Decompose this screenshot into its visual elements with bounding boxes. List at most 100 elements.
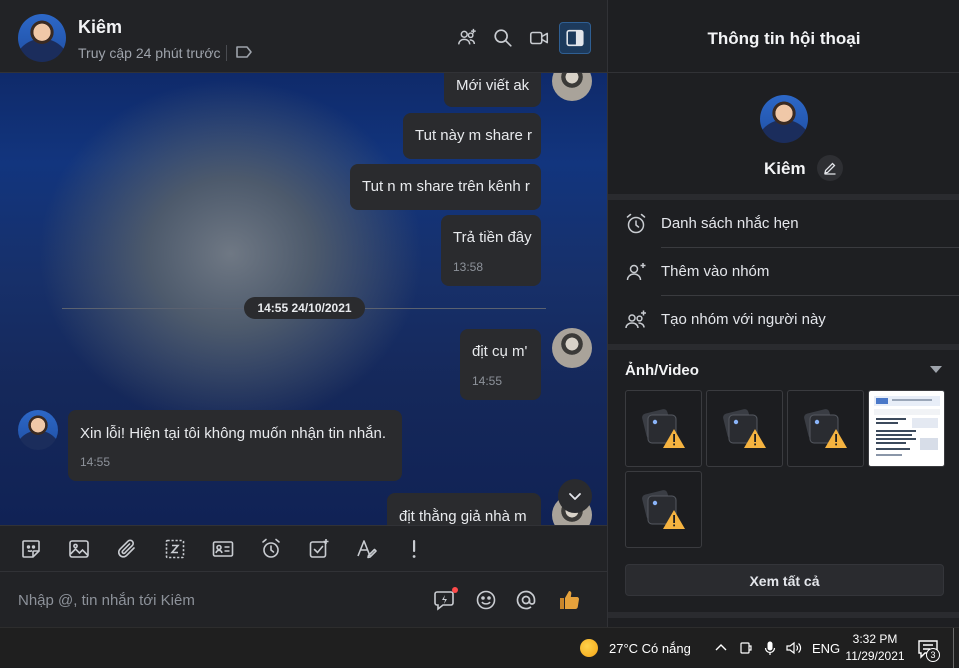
assign-task-button[interactable] <box>306 536 332 562</box>
message-time: 13:58 <box>453 260 484 274</box>
edit-nickname-button[interactable] <box>817 155 843 181</box>
message-bubble[interactable]: Xin lỗi! Hiện tại tôi không muốn nhận ti… <box>68 410 402 481</box>
media-thumbnail[interactable] <box>625 471 702 548</box>
emoji-button[interactable] <box>473 587 499 613</box>
media-thumbnail[interactable] <box>706 390 783 467</box>
row-label: Tạo nhóm với người này <box>661 311 826 328</box>
at-sign-icon <box>516 590 536 610</box>
notification-dot <box>452 587 458 593</box>
exclamation-icon <box>412 540 416 558</box>
view-all-media-button[interactable]: Xem tất cả <box>625 564 944 596</box>
contact-avatar[interactable] <box>760 95 808 143</box>
attach-file-button[interactable] <box>114 536 140 562</box>
message-text: địt cụ m' <box>472 343 528 360</box>
sun-icon <box>580 639 598 657</box>
contact-name: Kiêm <box>764 159 806 178</box>
message-bubble[interactable]: địt thằng giả nhà m <box>387 493 541 525</box>
message-time: 14:55 <box>80 455 111 469</box>
alarm-icon <box>626 213 646 234</box>
media-thumbnail-document[interactable] <box>868 390 945 467</box>
broken-image-icon <box>641 408 685 448</box>
add-to-group-row[interactable]: Thêm vào nhóm <box>608 248 959 296</box>
thumbs-up-icon <box>560 591 580 610</box>
collapse-caret-icon[interactable] <box>930 366 942 374</box>
show-desktop-button[interactable] <box>953 628 954 668</box>
media-thumbnail[interactable] <box>787 390 864 467</box>
alarm-icon <box>262 538 280 558</box>
broken-image-icon <box>722 408 766 448</box>
system-clock[interactable]: 3:32 PM 11/29/2021 <box>845 631 905 665</box>
scroll-to-bottom-button[interactable] <box>558 479 592 513</box>
weather-widget[interactable]: 27°C Có nắng <box>580 628 691 668</box>
volume-tray-button[interactable] <box>785 628 803 668</box>
group-add-icon <box>625 310 646 329</box>
message-time: 14:55 <box>472 374 503 388</box>
message-text: Tut n m share trên kênh r <box>362 178 530 195</box>
task-check-icon <box>309 539 329 558</box>
add-to-group-button[interactable] <box>451 22 483 54</box>
broken-image-icon <box>803 408 847 448</box>
sticker-icon <box>22 540 40 558</box>
notification-count-badge: 3 <box>926 648 940 662</box>
my-avatar[interactable] <box>552 73 592 101</box>
panel-title: Thông tin hội thoại <box>608 0 959 73</box>
contact-card-button[interactable] <box>210 536 236 562</box>
section-divider <box>608 612 959 618</box>
urgent-button[interactable] <box>401 536 427 562</box>
contact-avatar[interactable] <box>18 14 66 62</box>
speaker-icon <box>786 641 802 655</box>
pencil-icon <box>824 162 836 175</box>
search-button[interactable] <box>487 22 519 54</box>
text-format-button[interactable] <box>354 536 380 562</box>
message-input[interactable] <box>0 580 420 620</box>
message-bubble[interactable]: địt cụ m' 14:55 <box>460 329 541 400</box>
microphone-tray-button[interactable] <box>762 628 778 668</box>
message-bubble[interactable]: Tut này m share r <box>403 113 541 159</box>
create-group-row[interactable]: Tạo nhóm với người này <box>608 296 959 344</box>
toggle-info-panel-button[interactable] <box>559 22 591 54</box>
chat-pane: Kiêm Truy cập 24 phút trước Mới viết ak <box>0 0 607 627</box>
video-camera-icon <box>529 31 549 45</box>
row-label: Thêm vào nhóm <box>661 263 770 280</box>
message-text: Trả tiền đây <box>453 229 532 246</box>
contact-card-icon <box>212 541 234 557</box>
tray-app-icon[interactable] <box>738 628 754 668</box>
my-avatar[interactable] <box>552 328 592 368</box>
screenshot-icon <box>165 539 185 559</box>
broken-image-icon <box>641 489 685 529</box>
paperclip-icon <box>117 539 135 558</box>
input-language-button[interactable]: ENG <box>812 628 840 668</box>
group-add-icon <box>458 28 476 45</box>
quick-message-button[interactable] <box>432 587 458 613</box>
sticker-button[interactable] <box>18 536 44 562</box>
media-section-title[interactable]: Ảnh/Video <box>625 362 699 379</box>
send-like-button[interactable] <box>556 587 582 613</box>
message-bubble[interactable]: Trả tiền đây 13:58 <box>441 215 541 286</box>
chevron-down-icon <box>569 493 581 500</box>
message-bubble[interactable]: Tut n m share trên kênh r <box>350 164 541 210</box>
message-list[interactable]: Mới viết ak Tut này m share r Tut n m sh… <box>0 73 607 525</box>
emoji-icon <box>476 590 496 610</box>
reminder-list-row[interactable]: Danh sách nhắc hẹn <box>608 200 959 248</box>
contact-name[interactable]: Kiêm <box>78 17 122 38</box>
reminder-button[interactable] <box>258 536 284 562</box>
message-bubble[interactable]: Mới viết ak <box>444 73 541 107</box>
document-preview-image <box>872 394 942 464</box>
conversation-info-panel: Thông tin hội thoại Kiêm Danh sách nhắc … <box>607 0 959 627</box>
tag-icon[interactable] <box>235 45 253 59</box>
weather-text: 27°C Có nắng <box>609 640 691 656</box>
contact-avatar[interactable] <box>18 410 58 450</box>
image-button[interactable] <box>66 536 92 562</box>
show-hidden-icons-button[interactable] <box>713 628 729 668</box>
device-icon <box>740 642 752 654</box>
composer <box>0 572 607 627</box>
search-icon <box>494 29 512 47</box>
sidebar-panel-icon <box>566 29 584 47</box>
chevron-up-icon <box>715 644 727 651</box>
clock-date: 11/29/2021 <box>845 649 905 663</box>
media-thumbnail[interactable] <box>625 390 702 467</box>
screenshot-button[interactable] <box>162 536 188 562</box>
mention-button[interactable] <box>513 587 539 613</box>
video-call-button[interactable] <box>523 22 555 54</box>
message-text: Xin lỗi! Hiện tại tôi không muốn nhận ti… <box>80 425 387 442</box>
